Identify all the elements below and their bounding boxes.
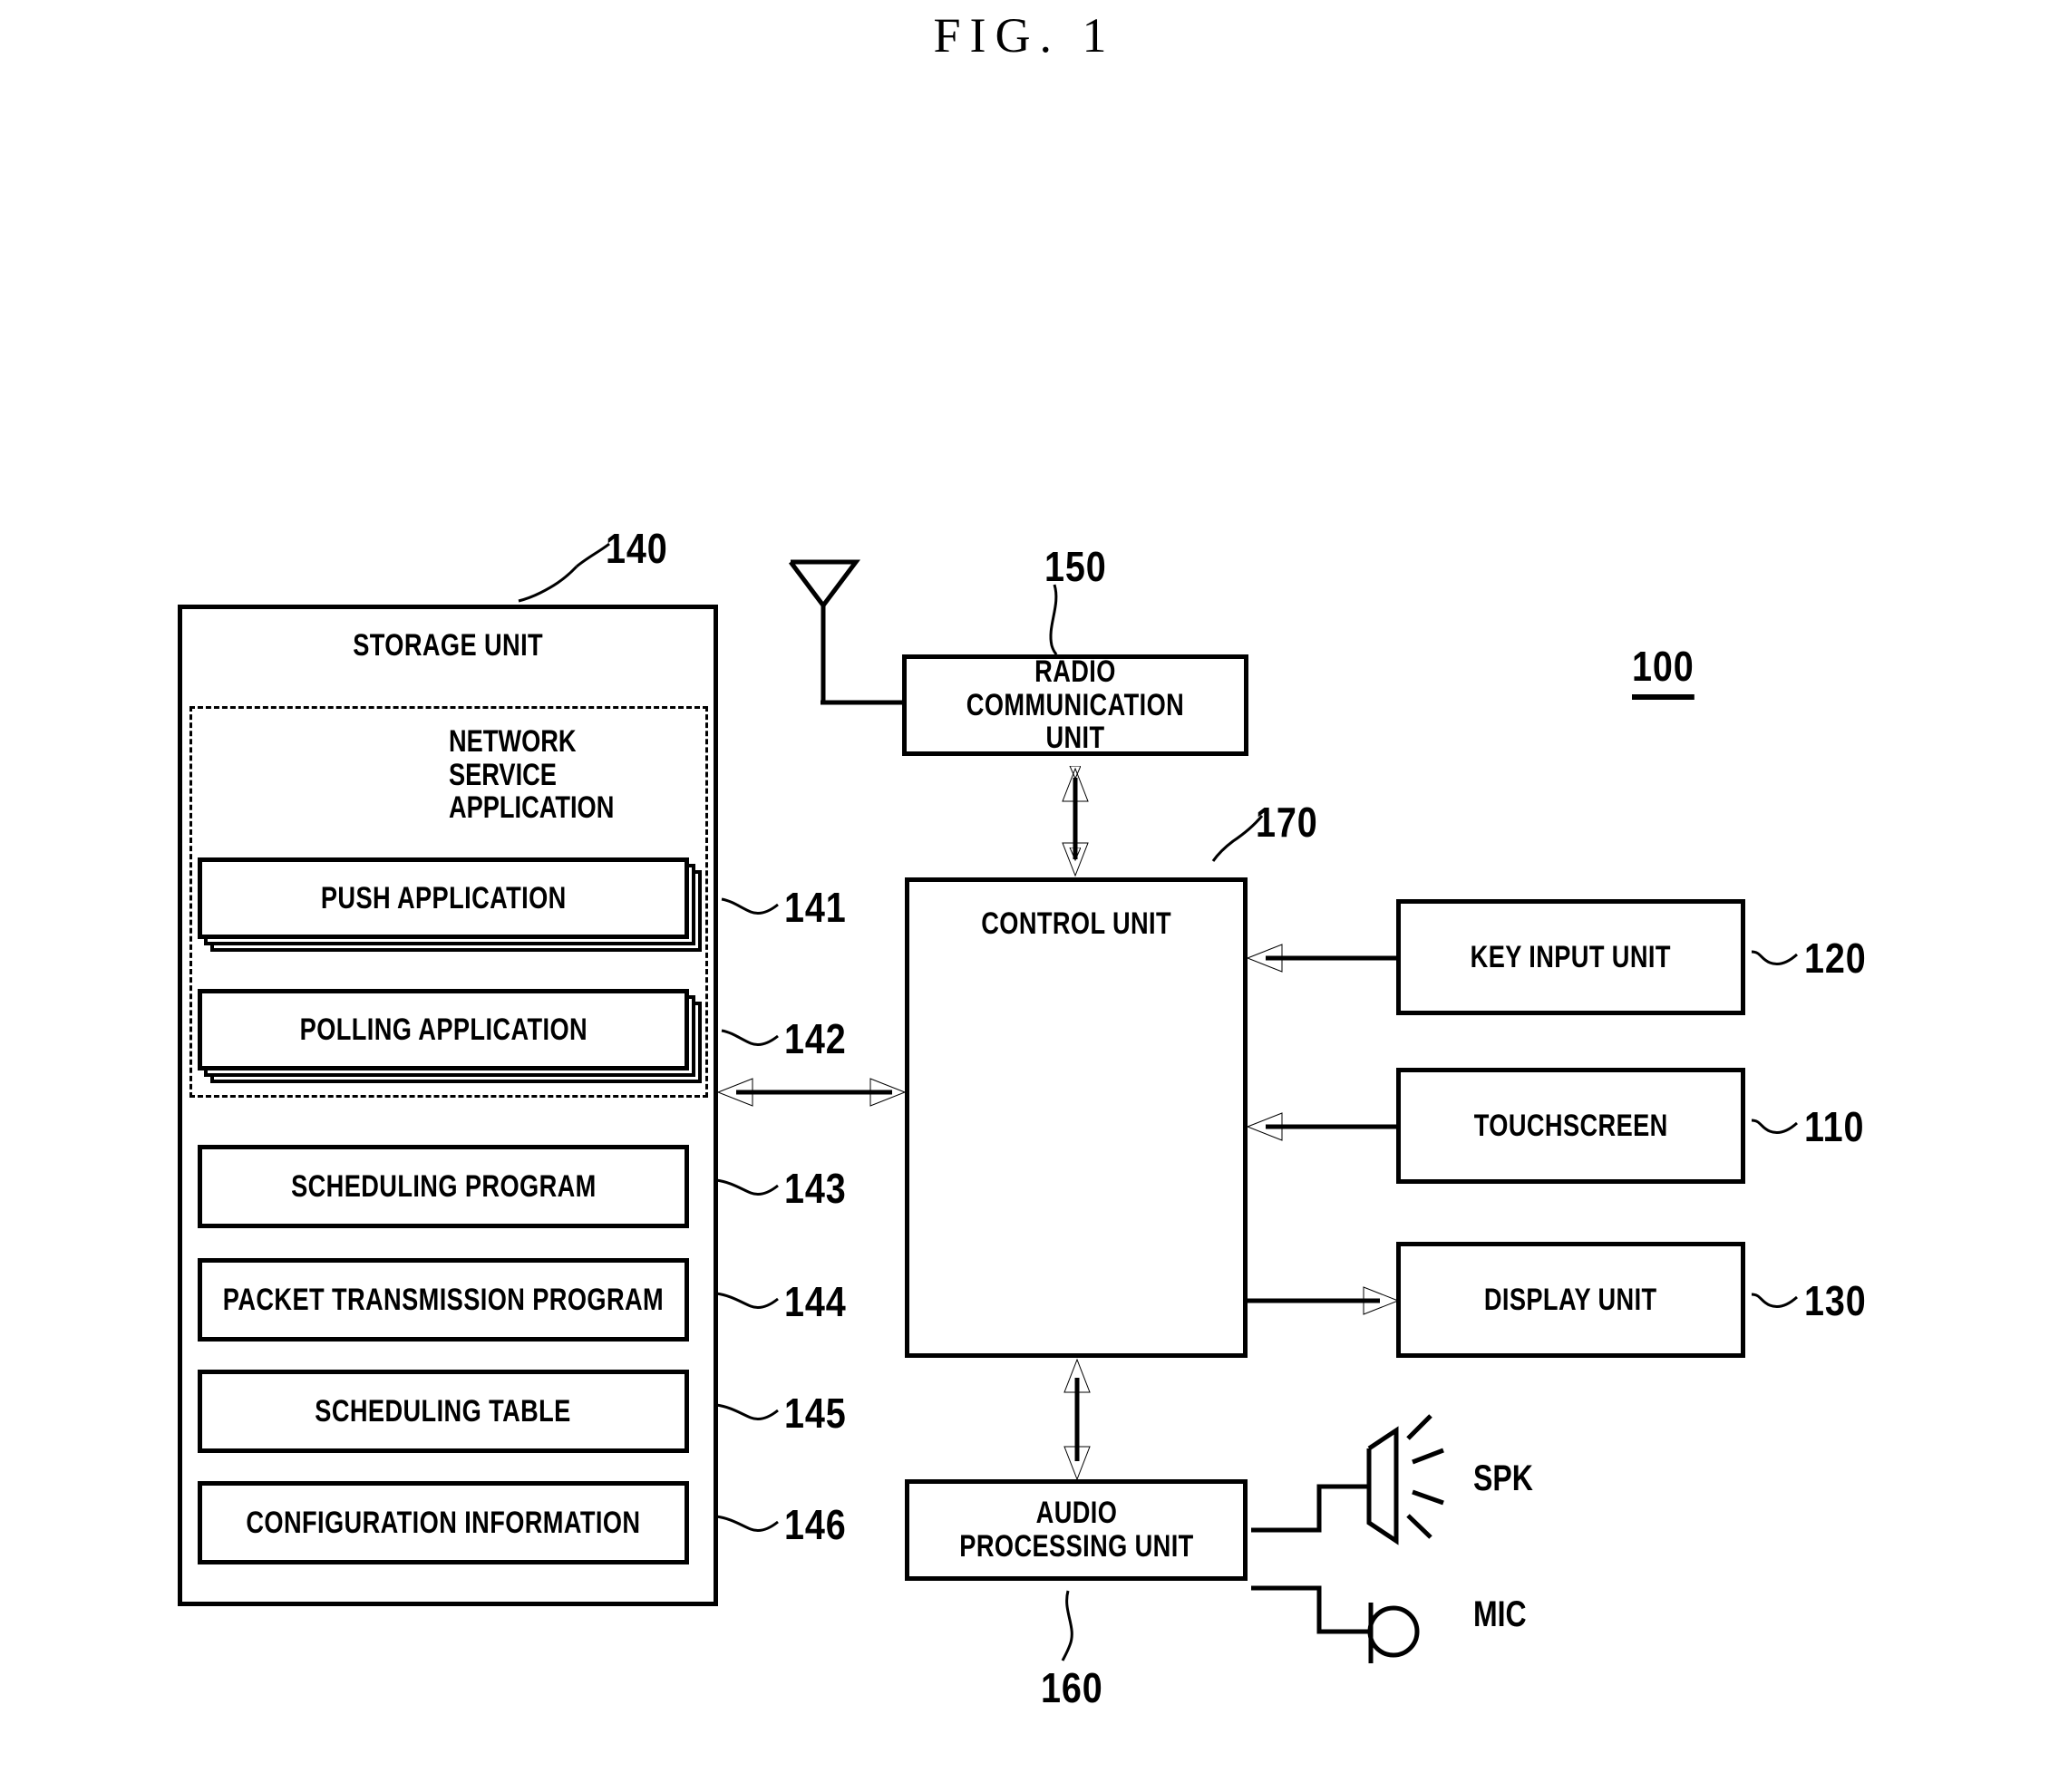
arrow-control-to-audio [1063,1358,1091,1481]
arrow-radio-to-control [1062,767,1089,877]
reference-142: 142 [784,1015,847,1062]
scheduling-table-box[interactable]: SCHEDULING TABLE [198,1370,692,1456]
device-reference-100: 100 [1632,642,1695,700]
figure-title: FIG. 1 [933,8,1116,63]
packet-transmission-program-label: PACKET TRANSMISSION PROGRAM [222,1282,665,1317]
touchscreen-box[interactable]: TOUCHSCREEN [1396,1068,1750,1188]
display-unit-box[interactable]: DISPLAY UNIT [1396,1242,1750,1362]
radio-communication-unit-label: RADIO COMMUNICATION UNIT [966,654,1185,756]
reference-141: 141 [784,884,847,931]
scheduling-table-label: SCHEDULING TABLE [315,1393,572,1429]
polling-application-label: POLLING APPLICATION [299,1012,588,1047]
reference-143: 143 [784,1165,847,1212]
reference-150: 150 [1044,543,1107,590]
touchscreen-label: TOUCHSCREEN [1473,1108,1668,1143]
microphone-icon [1367,1603,1420,1663]
reference-144: 144 [784,1278,847,1325]
reference-160: 160 [1041,1664,1103,1711]
radio-communication-unit-box[interactable]: RADIO COMMUNICATION UNIT [902,654,1253,760]
reference-120: 120 [1804,935,1867,982]
arrow-key-input-to-control [1246,944,1396,973]
reference-110: 110 [1804,1103,1865,1150]
speaker-wire [1251,1484,1369,1533]
reference-130: 130 [1804,1277,1867,1324]
arrow-storage-to-control [716,1078,907,1107]
microphone-label: MIC [1473,1594,1527,1634]
reference-145: 145 [784,1390,847,1437]
speaker-label: SPK [1473,1458,1533,1498]
push-application-box[interactable]: PUSH APPLICATION [198,857,692,942]
polling-application-box[interactable]: POLLING APPLICATION [198,989,692,1073]
arrow-touchscreen-to-control [1246,1112,1396,1141]
display-unit-label: DISPLAY UNIT [1484,1282,1657,1317]
configuration-information-label: CONFIGURATION INFORMATION [246,1505,641,1540]
key-input-unit-box[interactable]: KEY INPUT UNIT [1396,899,1750,1020]
packet-transmission-program-box[interactable]: PACKET TRANSMISSION PROGRAM [198,1258,692,1344]
arrow-control-to-display [1248,1286,1400,1315]
scheduling-program-box[interactable]: SCHEDULING PROGRAM [198,1145,692,1231]
control-unit-label: CONTROL UNIT [981,906,1171,941]
microphone-wire [1251,1585,1371,1634]
reference-146: 146 [784,1501,847,1548]
scheduling-program-label: SCHEDULING PROGRAM [290,1168,597,1204]
reference-170: 170 [1256,799,1318,846]
push-application-label: PUSH APPLICATION [320,880,567,915]
audio-processing-unit-box[interactable]: AUDIO PROCESSING UNIT [905,1479,1252,1585]
configuration-information-box[interactable]: CONFIGURATION INFORMATION [198,1481,692,1567]
audio-processing-unit-label: AUDIO PROCESSING UNIT [958,1496,1194,1564]
key-input-unit-label: KEY INPUT UNIT [1470,939,1672,974]
speaker-icon [1366,1414,1444,1545]
antenna-icon [789,559,902,705]
control-unit-box[interactable]: CONTROL UNIT [905,877,1252,1362]
reference-140: 140 [606,525,668,572]
storage-unit-label: STORAGE UNIT [353,628,543,663]
